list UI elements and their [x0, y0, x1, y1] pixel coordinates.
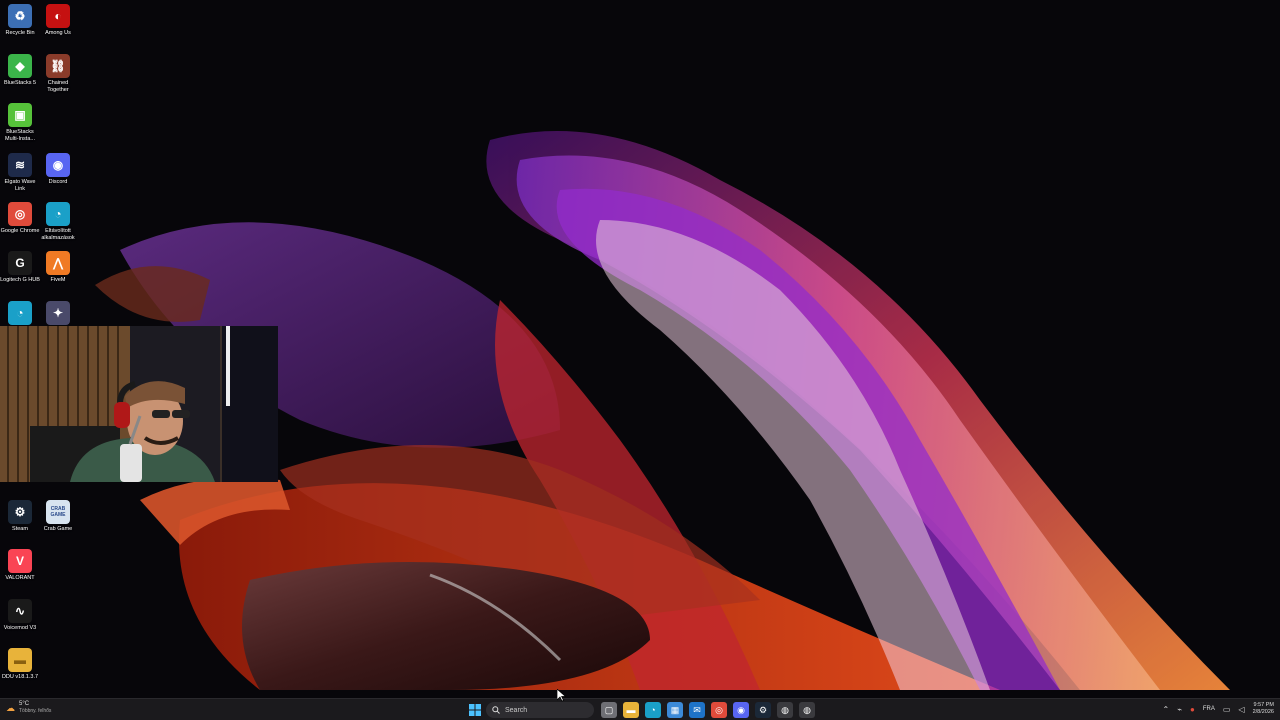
- desktop-icon-label: FiveM: [50, 277, 66, 283]
- recycle-bin-icon: ♻: [8, 4, 32, 28]
- desktop-icon[interactable]: ◐ Among Us: [38, 4, 78, 37]
- folder-icon: ▬: [8, 648, 32, 672]
- desktop-icon-label: Steam: [12, 526, 28, 532]
- desktop-icon[interactable]: ∿ Voicemod V3: [0, 599, 40, 632]
- elgato-wave-link-icon: ≋: [8, 153, 32, 177]
- clock-time: 9:57 PM: [1253, 702, 1274, 708]
- steam-icon: ⚙: [8, 500, 32, 524]
- clock[interactable]: 9:57 PM 2/8/2026: [1253, 702, 1274, 716]
- desktop-icon[interactable]: ≋ Elgato Wave Link: [0, 153, 40, 193]
- network-icon[interactable]: ⌁: [1177, 705, 1182, 714]
- weather-widget[interactable]: ☁ 5°C Többny. felhős: [6, 701, 51, 715]
- windows-logo-icon: [469, 704, 481, 716]
- desktop-icon[interactable]: ▣ BlueStacks Multi-Insta...: [0, 103, 40, 143]
- display-icon[interactable]: ▭: [1223, 705, 1231, 714]
- weather-icon: ☁: [6, 702, 15, 713]
- search-placeholder: Search: [505, 706, 528, 714]
- task-view-icon[interactable]: ▢: [601, 702, 617, 718]
- desktop-icon-label: Google Chrome: [0, 228, 40, 234]
- crab-game-icon: CRAB GAME: [46, 500, 70, 524]
- voicemod-icon: ∿: [8, 599, 32, 623]
- fivem-icon: ⋀: [46, 251, 70, 275]
- chrome-icon[interactable]: ◎: [711, 702, 727, 718]
- logitech-g-hub-icon: G: [8, 251, 32, 275]
- desktop-icon[interactable]: ◔: [0, 301, 40, 327]
- desktop-icon-label: Eltávolított alkalmazások: [41, 228, 75, 241]
- chevron-up-icon[interactable]: ⌃: [1162, 705, 1169, 714]
- desktop-icon-label: Elgato Wave Link: [4, 179, 36, 192]
- desktop-icon[interactable]: ▬ DDU v18.1.3.7: [0, 648, 40, 681]
- edge-icon[interactable]: ◔: [645, 702, 661, 718]
- desktop-icon[interactable]: CRAB GAME Crab Game: [38, 500, 78, 533]
- volume-icon[interactable]: ◁: [1238, 705, 1244, 714]
- discord-icon[interactable]: ◉: [733, 702, 749, 718]
- microphone-icon[interactable]: ●: [1190, 705, 1195, 714]
- desktop-icon[interactable]: ⚙ Steam: [0, 500, 40, 533]
- desktop-icon-label: Crab Game: [43, 526, 73, 532]
- search-icon: [492, 706, 500, 714]
- desktop-icon-label: VALORANT: [5, 575, 35, 581]
- taskbar: ☁ 5°C Többny. felhős Search ⌃ ⌁ ● FRA ▭ …: [0, 698, 1280, 720]
- desktop-icon-label: BlueStacks Multi-Insta...: [5, 129, 35, 142]
- desktop-icon[interactable]: ◉ Discord: [38, 153, 78, 186]
- webcam-overlay: [0, 326, 278, 482]
- game-icon: ✦: [46, 301, 70, 325]
- weather-temperature: 5°C: [19, 701, 30, 707]
- desktop-icon-label: Logitech G HUB: [0, 277, 40, 283]
- desktop-icon-label: Chained Together: [47, 80, 69, 93]
- desktop-icon-label: Recycle Bin: [5, 30, 35, 36]
- desktop-icon[interactable]: ⛓ Chained Together: [38, 54, 78, 94]
- desktop-icon[interactable]: ◎ Google Chrome: [0, 202, 40, 235]
- app-icon[interactable]: ◍: [777, 702, 793, 718]
- language-indicator[interactable]: FRA: [1203, 706, 1215, 712]
- bluestacks-icon: ◆: [8, 54, 32, 78]
- system-tray: ⌃ ⌁ ● FRA ▭ ◁ 9:57 PM 2/8/2026: [1162, 702, 1274, 716]
- taskbar-search[interactable]: Search: [486, 702, 594, 718]
- desktop-icon-label: Among Us: [45, 30, 71, 36]
- desktop-icon[interactable]: ◆ BlueStacks 5: [0, 54, 40, 87]
- outlook-icon[interactable]: ✉: [689, 702, 705, 718]
- file-explorer-icon[interactable]: ▬: [623, 702, 639, 718]
- clock-date: 2/8/2026: [1252, 709, 1274, 715]
- desktop-icon[interactable]: ⋀ FiveM: [38, 251, 78, 284]
- desktop-icon-label: DDU v18.1.3.7: [1, 674, 39, 680]
- chained-together-icon: ⛓: [46, 54, 70, 78]
- desktop-icon[interactable]: ♻ Recycle Bin: [0, 4, 40, 37]
- steam-icon[interactable]: ⚙: [755, 702, 771, 718]
- edge-icon: ◔: [8, 301, 32, 325]
- among-us-icon: ◐: [46, 4, 70, 28]
- store-icon[interactable]: ▦: [667, 702, 683, 718]
- weather-description: Többny. felhős: [19, 708, 52, 714]
- chrome-icon: ◎: [8, 202, 32, 226]
- desktop-icon-label: BlueStacks 5: [3, 80, 37, 86]
- desktop-icon[interactable]: G Logitech G HUB: [0, 251, 40, 284]
- desktop-icon[interactable]: V VALORANT: [0, 549, 40, 582]
- start-button[interactable]: [467, 702, 483, 718]
- mouse-cursor-icon: [557, 689, 566, 702]
- desktop-icon-label: Discord: [48, 179, 68, 185]
- app-icon[interactable]: ◍: [799, 702, 815, 718]
- desktop-icon[interactable]: ◔ Eltávolított alkalmazások: [38, 202, 78, 242]
- desktop-icon-label: Voicemod V3: [3, 625, 37, 631]
- valorant-icon: V: [8, 549, 32, 573]
- bluestacks-multi-icon: ▣: [8, 103, 32, 127]
- edge-icon: ◔: [46, 202, 70, 226]
- desktop-icon[interactable]: ✦: [38, 301, 78, 327]
- discord-icon: ◉: [46, 153, 70, 177]
